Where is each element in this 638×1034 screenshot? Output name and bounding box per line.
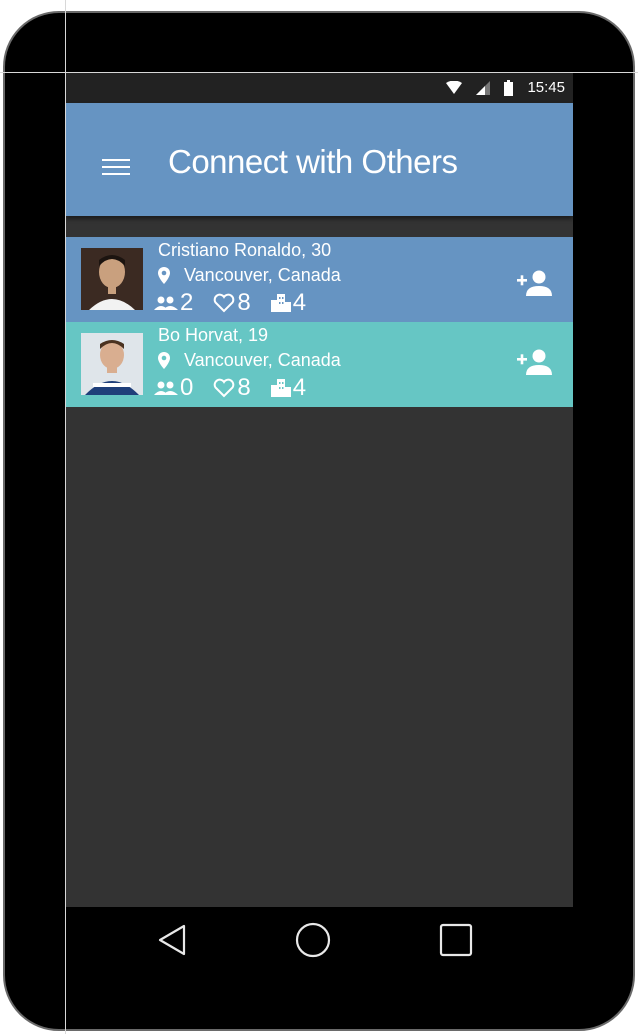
status-icons: 15:45: [446, 79, 565, 96]
avatar: [81, 248, 143, 310]
recents-button[interactable]: [438, 922, 474, 958]
status-bar: 15:45: [66, 73, 573, 103]
app-screen: 15:45 Connect with Others Cristiano Rona…: [66, 73, 573, 907]
home-icon: [295, 922, 331, 958]
people-icon: [154, 296, 178, 310]
back-button[interactable]: [154, 922, 190, 958]
add-friend-button[interactable]: [515, 269, 553, 297]
likes-count: 8: [237, 374, 251, 401]
people-icon: [154, 381, 178, 395]
friends-stat: 0: [154, 376, 193, 400]
friends-stat: 2: [154, 291, 193, 315]
page-title: Connect with Others: [168, 143, 458, 180]
battery-icon: [504, 79, 514, 96]
likes-stat: 8: [213, 289, 251, 316]
wifi-icon: [446, 80, 463, 94]
list-item[interactable]: Bo Horvat, 19 Vancouver, Canada 0 8 4: [66, 322, 573, 407]
avatar: [81, 333, 143, 395]
add-friend-button[interactable]: [515, 348, 553, 376]
places-stat: 4: [270, 374, 307, 401]
person-location: Vancouver, Canada: [158, 265, 341, 286]
person-name-age: Bo Horvat, 19: [158, 325, 269, 345]
recents-icon: [439, 923, 473, 957]
person-location: Vancouver, Canada: [158, 350, 341, 371]
city-icon: [270, 379, 291, 397]
places-count: 4: [292, 289, 307, 316]
heart-icon: [214, 293, 235, 313]
signal-icon: [476, 80, 491, 95]
navigation-bar: [66, 907, 573, 973]
friends-count: 0: [180, 374, 194, 401]
location-pin-icon: [158, 352, 170, 369]
person-add-icon: [517, 270, 552, 296]
city-icon: [270, 294, 291, 312]
person-name-age: Cristiano Ronaldo, 30: [158, 240, 332, 260]
person-stats: 2 8 4: [154, 291, 306, 315]
places-count: 4: [292, 374, 307, 401]
likes-count: 8: [237, 289, 251, 316]
person-stats: 0 8 4: [154, 376, 306, 400]
heart-icon: [214, 378, 235, 398]
home-button[interactable]: [295, 922, 331, 958]
clock: 15:45: [527, 79, 565, 96]
friends-count: 2: [180, 289, 194, 316]
person-add-icon: [517, 349, 552, 375]
back-icon: [158, 924, 186, 956]
hamburger-menu-icon[interactable]: [102, 159, 130, 181]
list-item[interactable]: Cristiano Ronaldo, 30 Vancouver, Canada: [66, 237, 573, 322]
app-bar: Connect with Others: [66, 103, 573, 216]
likes-stat: 8: [213, 374, 251, 401]
location-text: Vancouver, Canada: [184, 350, 341, 370]
location-pin-icon: [158, 267, 170, 284]
location-text: Vancouver, Canada: [184, 265, 341, 285]
people-list: Cristiano Ronaldo, 30 Vancouver, Canada: [66, 237, 573, 407]
places-stat: 4: [270, 289, 307, 316]
